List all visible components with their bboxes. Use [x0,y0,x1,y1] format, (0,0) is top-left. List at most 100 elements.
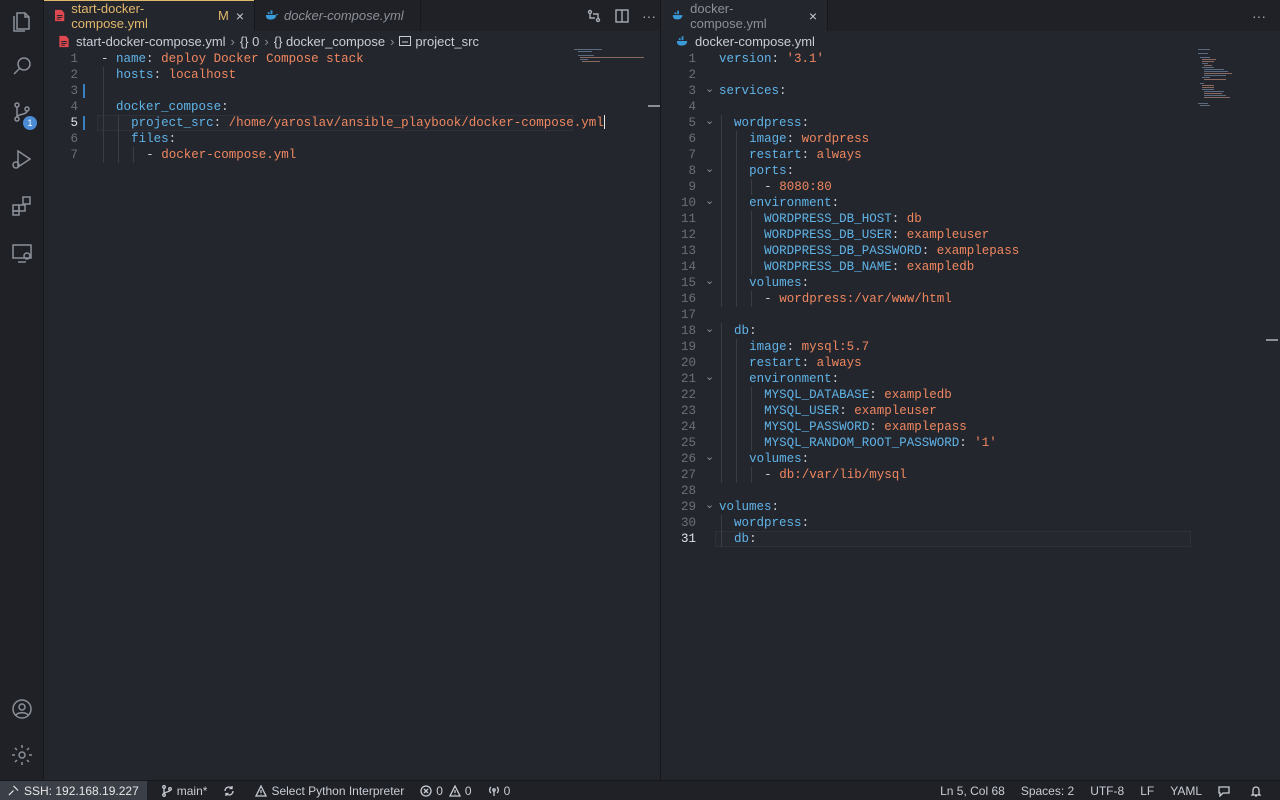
remote-explorer-icon[interactable] [0,231,44,275]
account-icon[interactable] [0,687,44,731]
code-line[interactable]: 1 version: '3.1' [662,51,1280,67]
code-line[interactable]: 11 WORDPRESS_DB_HOST: db [662,211,1280,227]
extensions-icon[interactable] [0,184,44,228]
code-line[interactable]: 3 ⌄ services: [662,83,1280,99]
notifications-button[interactable] [1242,781,1274,800]
files-icon[interactable] [0,0,44,44]
code-line[interactable]: 21 ⌄ environment: [662,371,1280,387]
code-line[interactable]: 10 ⌄ environment: [662,195,1280,211]
code-line[interactable]: 23 MYSQL_USER: exampleuser [662,403,1280,419]
indentation[interactable]: Spaces: 2 [1013,781,1082,800]
more-actions-icon[interactable]: ··· [1252,8,1266,24]
code-line[interactable]: 7 - docker-compose.yml [44,147,660,163]
code-line[interactable]: 6 image: wordpress [662,131,1280,147]
search-icon[interactable] [0,44,44,88]
code-line[interactable]: 13 WORDPRESS_DB_PASSWORD: examplepass [662,243,1280,259]
warning-count: 0 [464,783,472,798]
branch-item[interactable]: main* [153,781,216,800]
tab-start-docker-compose[interactable]: start-docker-compose.yml M × [44,0,255,31]
code-text: services: [719,84,787,98]
code-text: docker_compose: [116,100,229,114]
fold-chevron-icon[interactable]: ⌄ [705,113,714,129]
run-debug-icon[interactable] [0,137,44,181]
source-control-icon[interactable]: 1 [0,90,44,134]
settings-gear-icon[interactable] [0,733,44,777]
code-line[interactable]: 6 files: [44,131,660,147]
code-line[interactable]: 20 restart: always [662,355,1280,371]
git-change-marker[interactable] [83,116,85,130]
fold-chevron-icon[interactable]: ⌄ [705,273,714,289]
code-line[interactable]: 25 MYSQL_RANDOM_ROOT_PASSWORD: '1' [662,435,1280,451]
split-editor-icon[interactable] [614,8,630,24]
git-change-marker[interactable] [83,84,85,98]
breadcrumb-file[interactable]: start-docker-compose.yml [76,34,226,49]
ports-item[interactable]: 0 [480,781,519,800]
code-text: version: '3.1' [719,52,825,66]
tab-docker-compose-preview[interactable]: docker-compose.yml [255,0,421,31]
fold-chevron-icon[interactable]: ⌄ [705,161,714,177]
problems-item[interactable]: 0 0 [412,781,479,800]
code-line[interactable]: 28 [662,483,1280,499]
language-mode[interactable]: YAML [1162,781,1210,800]
cursor-position[interactable]: Ln 5, Col 68 [932,781,1013,800]
code-line[interactable]: 4 docker_compose: [44,99,660,115]
breadcrumb-file[interactable]: docker-compose.yml [695,34,815,49]
remote-indicator[interactable]: SSH: 192.168.19.227 [0,780,147,800]
indent-guide [736,227,738,243]
code-line[interactable]: 4 [662,99,1280,115]
breadcrumb-docker-compose[interactable]: {} docker_compose [274,34,385,49]
close-tab-icon[interactable]: × [809,8,817,24]
code-line[interactable]: 2 [662,67,1280,83]
code-line[interactable]: 31 db: [662,531,1280,547]
code-line[interactable]: 17 [662,307,1280,323]
feedback-button[interactable] [1210,781,1242,800]
indent-guide [736,435,738,451]
code-line[interactable]: 5 ⌄ wordpress: [662,115,1280,131]
fold-chevron-icon[interactable]: ⌄ [705,321,714,337]
code-text: MYSQL_RANDOM_ROOT_PASSWORD: '1' [764,436,997,450]
encoding[interactable]: UTF-8 [1082,781,1132,800]
code-line[interactable]: 29 ⌄ volumes: [662,499,1280,515]
fold-chevron-icon[interactable]: ⌄ [705,497,714,513]
code-line[interactable]: 9 - 8080:80 [662,179,1280,195]
indent-guide [118,147,120,163]
code-line[interactable]: 5 project_src: /home/yaroslav/ansible_pla… [44,115,660,131]
tab-docker-compose[interactable]: docker-compose.yml × [662,0,828,31]
code-line[interactable]: 2 hosts: localhost [44,67,660,83]
code-line[interactable]: 22 MYSQL_DATABASE: exampledb [662,387,1280,403]
python-interpreter[interactable]: Select Python Interpreter [247,781,412,800]
code-line[interactable]: 1 - name: deploy Docker Compose stack [44,51,660,67]
code-line[interactable]: 18 ⌄ db: [662,323,1280,339]
code-line[interactable]: 30 wordpress: [662,515,1280,531]
fold-chevron-icon[interactable]: ⌄ [705,449,714,465]
end-of-line[interactable]: LF [1132,781,1162,800]
code-line[interactable]: 16 - wordpress:/var/www/html [662,291,1280,307]
code-line[interactable]: 3 [44,83,660,99]
close-tab-icon[interactable]: × [236,8,244,24]
line-number: 6 [70,132,78,146]
indent-guide [736,419,738,435]
right-code-editor[interactable]: 1 version: '3.1' 2 3 ⌄ services: 4 5 ⌄ wordpress:… [662,51,1280,780]
fold-chevron-icon[interactable]: ⌄ [705,81,714,97]
code-line[interactable]: 14 WORDPRESS_DB_NAME: exampledb [662,259,1280,275]
sync-button[interactable] [215,781,247,800]
code-line[interactable]: 26 ⌄ volumes: [662,451,1280,467]
line-number: 4 [688,100,696,114]
line-number: 29 [680,500,696,514]
code-line[interactable]: 15 ⌄ volumes: [662,275,1280,291]
indent-guide [736,147,738,163]
more-actions-icon[interactable]: ··· [642,8,656,24]
breadcrumb-project-src[interactable]: project_src [415,34,479,49]
breadcrumb-item-0[interactable]: {} 0 [240,34,260,49]
code-line[interactable]: 8 ⌄ ports: [662,163,1280,179]
code-line[interactable]: 24 MYSQL_PASSWORD: examplepass [662,419,1280,435]
fold-chevron-icon[interactable]: ⌄ [705,369,714,385]
code-text: WORDPRESS_DB_HOST: db [764,212,922,226]
compare-changes-icon[interactable] [586,8,602,24]
code-line[interactable]: 27 - db:/var/lib/mysql [662,467,1280,483]
code-line[interactable]: 19 image: mysql:5.7 [662,339,1280,355]
left-code-editor[interactable]: 1 - name: deploy Docker Compose stack 2 hos… [44,51,660,780]
code-line[interactable]: 7 restart: always [662,147,1280,163]
code-line[interactable]: 12 WORDPRESS_DB_USER: exampleuser [662,227,1280,243]
fold-chevron-icon[interactable]: ⌄ [705,193,714,209]
